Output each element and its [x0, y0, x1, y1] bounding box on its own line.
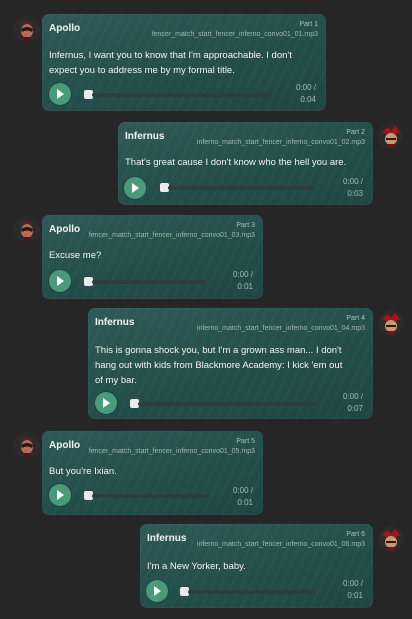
message-text: I'm a New Yorker, baby. [147, 561, 246, 572]
audio-progress-track[interactable] [138, 402, 318, 406]
speaker-name: Infernus [95, 317, 135, 328]
audio-time: 0:00 / 0:04 [295, 83, 316, 104]
audio-filename: fencer_match_start_fencer_inferno_convo0… [88, 448, 255, 455]
message-bubble: Infernus Part 4 inferno_match_start_fenc… [88, 308, 373, 419]
message-bubble: Infernus Part 6 inferno_match_start_fenc… [140, 524, 373, 608]
audio-progress-track[interactable] [92, 494, 209, 498]
message-text: Infernus, I want you to know that I'm ap… [49, 50, 292, 76]
audio-progress-track[interactable] [188, 590, 316, 594]
apollo-avatar-icon [14, 432, 40, 458]
infernus-avatar-icon [378, 123, 404, 149]
speaker-name: Apollo [49, 224, 81, 235]
audio-progress-track[interactable] [92, 280, 207, 284]
part-label: Part 3 [236, 222, 255, 229]
message-bubble: Infernus Part 2 inferno_match_start_fenc… [118, 122, 373, 205]
part-label: Part 5 [236, 438, 255, 445]
audio-filename: inferno_match_start_fencer_inferno_convo… [196, 541, 365, 548]
message-bubble: Apollo Part 3 fencer_match_start_fencer_… [42, 215, 263, 299]
play-button[interactable] [49, 484, 71, 506]
part-label: Part 6 [346, 531, 365, 538]
play-button[interactable] [95, 392, 117, 414]
message-text: Excuse me? [49, 250, 102, 261]
audio-filename: inferno_match_start_fencer_inferno_convo… [196, 325, 365, 332]
apollo-avatar-icon [14, 216, 40, 242]
speaker-name: Apollo [49, 23, 81, 34]
part-label: Part 1 [299, 21, 318, 28]
audio-time: 0:00 / 0:01 [232, 486, 253, 507]
message-bubble: Apollo Part 5 fencer_match_start_fencer_… [42, 431, 263, 515]
audio-progress-track[interactable] [168, 186, 315, 190]
message-text: This is gonna shock you, but I'm a grown… [95, 345, 343, 386]
message-text: But you're Ixian. [49, 466, 117, 477]
speaker-name: Infernus [125, 131, 165, 142]
audio-time: 0:00 / 0:01 [342, 579, 363, 600]
audio-time: 0:00 / 0:03 [342, 177, 363, 198]
audio-progress-track[interactable] [92, 93, 270, 97]
play-button[interactable] [146, 580, 168, 602]
message-text: That's great cause I don't know who the … [125, 157, 347, 168]
audio-filename: inferno_match_start_fencer_inferno_convo… [196, 139, 365, 146]
play-button[interactable] [49, 270, 71, 292]
infernus-avatar-icon [378, 310, 404, 336]
message-bubble: Apollo Part 1 fencer_match_start_fencer_… [42, 14, 326, 111]
speaker-name: Infernus [147, 533, 187, 544]
part-label: Part 2 [346, 129, 365, 136]
apollo-avatar-icon [14, 16, 40, 42]
speaker-name: Apollo [49, 440, 81, 451]
audio-filename: fencer_match_start_fencer_inferno_convo0… [151, 31, 318, 38]
play-button[interactable] [124, 177, 146, 199]
audio-time: 0:00 / 0:07 [342, 392, 363, 413]
audio-time: 0:00 / 0:01 [232, 270, 253, 291]
play-button[interactable] [49, 83, 71, 105]
infernus-avatar-icon [378, 526, 404, 552]
part-label: Part 4 [346, 315, 365, 322]
audio-filename: fencer_match_start_fencer_inferno_convo0… [88, 232, 255, 239]
